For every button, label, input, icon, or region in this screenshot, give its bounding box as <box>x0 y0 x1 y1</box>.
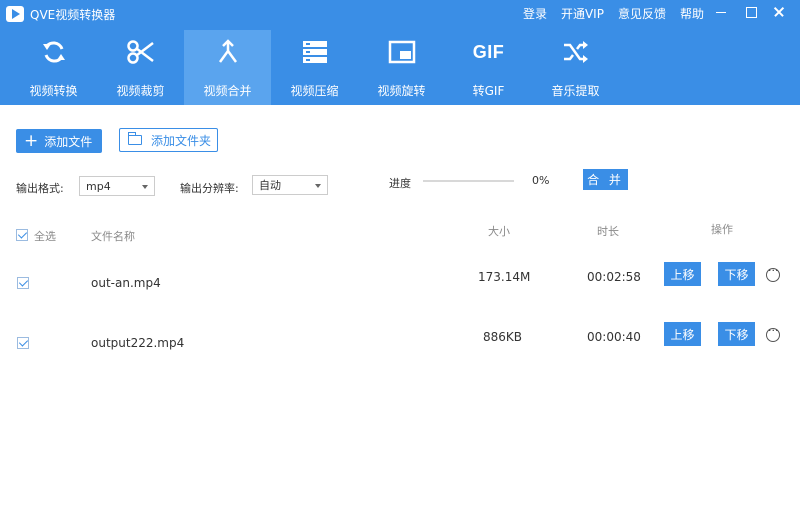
merge-icon <box>213 38 243 66</box>
app-logo-icon <box>6 6 24 22</box>
app-title: QVE视频转换器 <box>30 8 116 22</box>
resolution-select[interactable]: 自动 <box>252 175 328 195</box>
more-options-icon[interactable] <box>766 264 780 282</box>
nav-label: 转GIF <box>472 84 505 98</box>
progress-bar <box>423 180 514 182</box>
progress-percent: 0% <box>532 174 550 187</box>
nav-to-gif[interactable]: GIF 转GIF <box>445 30 532 105</box>
duration-header: 时长 <box>597 225 619 238</box>
output-format-select[interactable]: mp4 <box>79 176 155 196</box>
nav-video-rotate[interactable]: 视频旋转 <box>358 30 445 105</box>
merge-button[interactable]: 合 并 <box>583 169 628 190</box>
gif-icon-text: GIF <box>472 41 505 62</box>
move-up-button[interactable]: 上移 <box>664 322 701 346</box>
row-checkbox[interactable] <box>17 277 29 289</box>
add-folder-label: 添加文件夹 <box>151 133 212 148</box>
close-icon[interactable] <box>770 3 788 21</box>
add-file-button[interactable]: + 添加文件 <box>16 129 102 153</box>
nav-music-extract[interactable]: 音乐提取 <box>532 30 619 105</box>
resolution-label: 输出分辨率: <box>180 182 239 195</box>
gif-icon: GIF <box>472 38 505 66</box>
nav-label: 视频裁剪 <box>116 84 165 98</box>
title-bar: QVE视频转换器 登录 开通VIP 意见反馈 帮助 <box>0 0 800 28</box>
nav-video-merge[interactable]: 视频合并 <box>184 30 271 105</box>
add-file-label: 添加文件 <box>44 134 93 149</box>
top-links: 登录 开通VIP 意见反馈 帮助 <box>523 5 704 22</box>
nav-label: 视频转换 <box>29 84 78 98</box>
nav-video-crop[interactable]: 视频裁剪 <box>97 30 184 105</box>
app-header: QVE视频转换器 登录 开通VIP 意见反馈 帮助 视频转换 视频裁剪 视频合并… <box>0 0 800 105</box>
compress-icon <box>300 38 330 66</box>
select-all-checkbox[interactable] <box>16 229 28 241</box>
duration-cell: 00:00:40 <box>587 330 641 344</box>
help-link[interactable]: 帮助 <box>680 5 704 22</box>
main-nav: 视频转换 视频裁剪 视频合并 视频压缩 视频旋转 GIF 转GIF 音乐提取 <box>10 30 619 105</box>
maximize-icon[interactable] <box>742 3 760 21</box>
chevron-down-icon <box>315 184 321 188</box>
file-name-cell: out-an.mp4 <box>91 276 161 290</box>
more-options-icon[interactable] <box>766 324 780 342</box>
actions-header: 操作 <box>711 223 733 236</box>
duration-cell: 00:02:58 <box>587 270 641 284</box>
progress-label: 进度 <box>389 177 411 190</box>
chevron-down-icon <box>142 185 148 189</box>
row-checkbox[interactable] <box>17 337 29 349</box>
minimize-icon[interactable] <box>712 3 730 21</box>
size-cell: 173.14M <box>478 270 531 284</box>
move-down-button[interactable]: 下移 <box>718 262 755 286</box>
rotate-icon <box>387 38 417 66</box>
nav-label: 视频压缩 <box>290 84 339 98</box>
file-name-cell: output222.mp4 <box>91 336 185 350</box>
folder-icon <box>128 132 142 145</box>
add-folder-button[interactable]: 添加文件夹 <box>119 128 218 152</box>
output-format-label: 输出格式: <box>16 182 64 195</box>
move-down-button[interactable]: 下移 <box>718 322 755 346</box>
scissors-icon <box>126 38 156 66</box>
size-cell: 886KB <box>483 330 523 344</box>
nav-label: 音乐提取 <box>551 84 600 98</box>
nav-video-convert[interactable]: 视频转换 <box>10 30 97 105</box>
size-header: 大小 <box>488 225 510 238</box>
file-name-header: 文件名称 <box>91 230 135 243</box>
vip-link[interactable]: 开通VIP <box>561 5 604 22</box>
move-up-button[interactable]: 上移 <box>664 262 701 286</box>
nav-label: 视频合并 <box>203 84 252 98</box>
shuffle-icon <box>561 38 591 66</box>
feedback-link[interactable]: 意见反馈 <box>618 5 666 22</box>
plus-icon: + <box>24 130 39 151</box>
nav-label: 视频旋转 <box>377 84 426 98</box>
convert-icon <box>39 38 69 66</box>
nav-video-compress[interactable]: 视频压缩 <box>271 30 358 105</box>
output-format-value: mp4 <box>86 179 111 193</box>
select-all-label: 全选 <box>34 230 56 243</box>
login-link[interactable]: 登录 <box>523 5 547 22</box>
resolution-value: 自动 <box>259 179 281 192</box>
